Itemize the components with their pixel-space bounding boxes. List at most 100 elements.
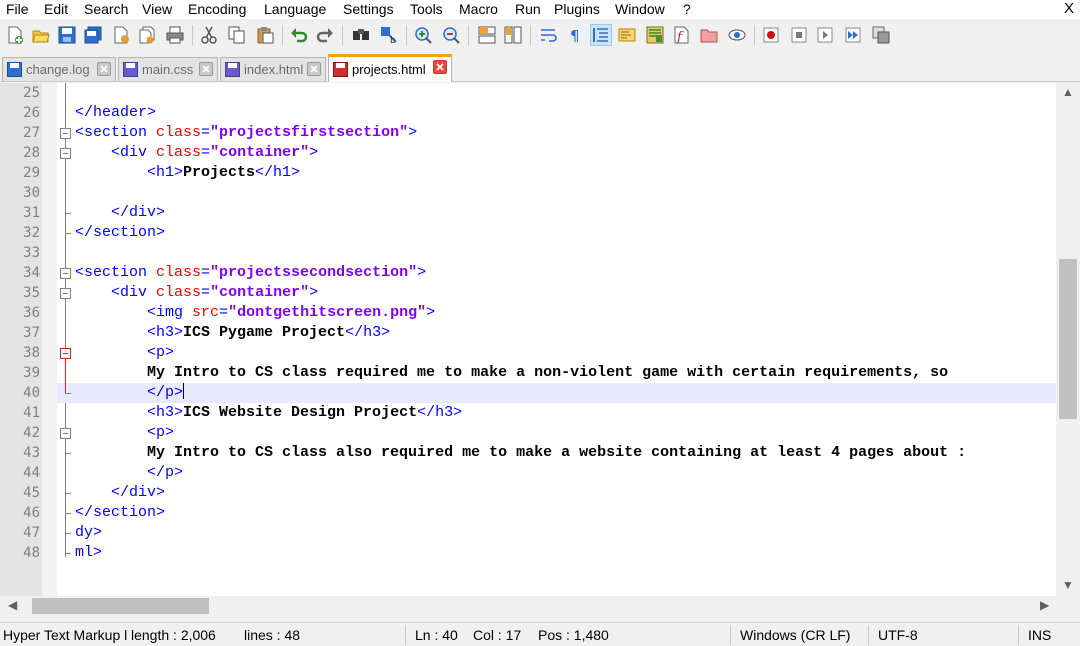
code-line[interactable]: </p> (57, 383, 1056, 403)
save-macro-icon[interactable] (870, 24, 892, 46)
menu-macro[interactable]: Macro (455, 0, 502, 18)
indent-guide-icon[interactable] (590, 24, 612, 46)
horizontal-scrollbar[interactable]: ◀ ▶ (0, 596, 1080, 616)
code-line[interactable]: <p> (57, 343, 1056, 363)
new-file-icon[interactable] (4, 24, 26, 46)
stop-macro-icon[interactable] (788, 24, 810, 46)
close-document-button[interactable]: X (1064, 0, 1074, 18)
menu-settings[interactable]: Settings (339, 0, 398, 18)
tab-close-icon[interactable] (433, 60, 447, 74)
menu-file[interactable]: File (2, 0, 33, 18)
tab-change-log[interactable]: change.log (2, 57, 116, 81)
folder-as-workspace-icon[interactable] (698, 24, 720, 46)
run-macro-multiple-icon[interactable] (842, 24, 864, 46)
code-line[interactable]: </div> (57, 483, 1056, 503)
tab-index-html[interactable]: index.html (220, 57, 326, 81)
menu-window[interactable]: Window (611, 0, 669, 18)
code-line-text: <img src="dontgethitscreen.png"> (75, 303, 435, 323)
code-line[interactable]: ml> (57, 543, 1056, 563)
code-token-str: "container" (210, 284, 310, 301)
active-fold-guide (65, 359, 66, 393)
fold-toggle-icon[interactable] (60, 148, 71, 159)
code-line[interactable]: <img src="dontgethitscreen.png"> (57, 303, 1056, 323)
code-area[interactable]: </header> <section class="projectsfirstse… (57, 83, 1056, 596)
save-all-icon[interactable] (82, 24, 104, 46)
horizontal-scroll-thumb[interactable] (32, 598, 209, 614)
sync-vertical-icon[interactable] (476, 24, 498, 46)
code-line[interactable]: My Intro to CS class required me to make… (57, 363, 1056, 383)
menu-view[interactable]: View (138, 0, 176, 18)
menu-language[interactable]: Language (260, 0, 330, 18)
record-macro-icon[interactable] (760, 24, 782, 46)
code-line[interactable] (57, 243, 1056, 263)
code-editor[interactable]: </header> <section class="projectsfirstse… (0, 83, 1080, 596)
cut-icon[interactable] (198, 24, 220, 46)
status-insert-mode[interactable]: INS (1028, 627, 1051, 644)
scroll-up-icon[interactable]: ▲ (1062, 86, 1074, 98)
save-icon[interactable] (56, 24, 78, 46)
close-all-icon[interactable] (136, 24, 158, 46)
redo-icon[interactable] (314, 24, 336, 46)
scroll-left-icon[interactable]: ◀ (8, 599, 17, 611)
function-list-icon[interactable]: f (670, 24, 692, 46)
code-line[interactable]: </section> (57, 223, 1056, 243)
code-line[interactable]: dy> (57, 523, 1056, 543)
tab-close-icon[interactable] (307, 62, 321, 76)
word-wrap-icon[interactable] (538, 24, 560, 46)
status-eol[interactable]: Windows (CR LF) (740, 627, 850, 644)
zoom-out-icon[interactable] (440, 24, 462, 46)
open-file-icon[interactable] (30, 24, 52, 46)
code-line[interactable]: <h1>Projects</h1> (57, 163, 1056, 183)
code-line[interactable]: <h3>ICS Pygame Project</h3> (57, 323, 1056, 343)
fold-toggle-icon[interactable] (60, 128, 71, 139)
code-line[interactable]: </header> (57, 103, 1056, 123)
paste-icon[interactable] (254, 24, 276, 46)
fold-margin[interactable] (42, 83, 57, 596)
doc-map-icon[interactable] (644, 24, 666, 46)
code-line[interactable]: <div class="container"> (57, 143, 1056, 163)
code-line[interactable]: <section class="projectssecondsection"> (57, 263, 1056, 283)
close-icon[interactable] (110, 24, 132, 46)
code-line[interactable]: <p> (57, 423, 1056, 443)
menu-tools[interactable]: Tools (406, 0, 447, 18)
tab-close-icon[interactable] (199, 62, 213, 76)
vertical-scrollbar[interactable]: ▲ ▼ (1056, 83, 1080, 596)
print-icon[interactable] (164, 24, 186, 46)
fold-toggle-icon[interactable] (60, 428, 71, 439)
play-macro-icon[interactable] (814, 24, 836, 46)
replace-icon[interactable]: b (378, 24, 400, 46)
code-line[interactable]: My Intro to CS class also required me to… (57, 443, 1056, 463)
menu-search[interactable]: Search (80, 0, 132, 18)
menu-edit[interactable]: Edit (40, 0, 72, 18)
tab-main-css[interactable]: main.css (118, 57, 218, 81)
scroll-down-icon[interactable]: ▼ (1062, 579, 1074, 591)
menu-plugins[interactable]: Plugins (550, 0, 604, 18)
code-line[interactable]: </p> (57, 463, 1056, 483)
tab-projects-html[interactable]: projects.html (328, 54, 452, 82)
code-line[interactable] (57, 83, 1056, 103)
monitoring-icon[interactable] (726, 24, 748, 46)
sync-horizontal-icon[interactable] (502, 24, 524, 46)
fold-toggle-icon[interactable] (60, 348, 71, 359)
code-line[interactable] (57, 183, 1056, 203)
code-line[interactable]: <div class="container"> (57, 283, 1056, 303)
menu-encoding[interactable]: Encoding (184, 0, 250, 18)
fold-toggle-icon[interactable] (60, 268, 71, 279)
menu-run[interactable]: Run (511, 0, 545, 18)
tab-close-icon[interactable] (97, 62, 111, 76)
udl-icon[interactable] (616, 24, 638, 46)
vertical-scroll-thumb[interactable] (1059, 259, 1077, 419)
menu-help[interactable]: ? (679, 0, 695, 18)
code-line[interactable]: <section class="projectsfirstsection"> (57, 123, 1056, 143)
undo-icon[interactable] (288, 24, 310, 46)
show-all-chars-icon[interactable]: ¶ (564, 24, 586, 46)
copy-icon[interactable] (226, 24, 248, 46)
find-icon[interactable] (350, 24, 372, 46)
zoom-in-icon[interactable] (412, 24, 434, 46)
fold-toggle-icon[interactable] (60, 288, 71, 299)
code-line[interactable]: <h3>ICS Website Design Project</h3> (57, 403, 1056, 423)
code-line[interactable]: </section> (57, 503, 1056, 523)
status-encoding[interactable]: UTF-8 (878, 627, 918, 644)
scroll-right-icon[interactable]: ▶ (1040, 599, 1049, 611)
code-line[interactable]: </div> (57, 203, 1056, 223)
